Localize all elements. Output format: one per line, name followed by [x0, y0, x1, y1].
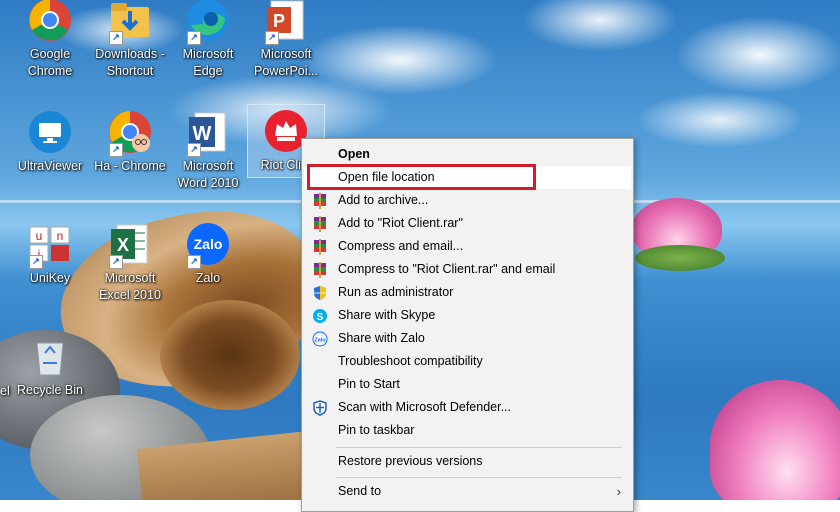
menu-item-pin-to-start[interactable]: Pin to Start: [304, 373, 631, 396]
zalo-icon: Zalo: [312, 331, 328, 347]
chrome-icon: [27, 0, 73, 43]
menu-item-label: Compress to "Riot Client.rar" and email: [338, 262, 556, 276]
desktop-icon-ha-chrome[interactable]: ↗ Ha - Chrome: [92, 106, 168, 175]
bamboo-opening: [160, 300, 300, 410]
svg-text:Zalo: Zalo: [194, 236, 223, 252]
menu-item-label: Restore previous versions: [338, 454, 483, 468]
zalo-icon: Zalo ↗: [185, 221, 231, 269]
svg-text:S: S: [317, 312, 324, 323]
menu-item-scan-with-defender[interactable]: Scan with Microsoft Defender...: [304, 396, 631, 419]
skype-icon: S: [312, 308, 328, 324]
winrar-icon: [312, 239, 328, 255]
chrome-profile-icon: ↗: [107, 109, 153, 157]
menu-item-troubleshoot-compatibility[interactable]: Troubleshoot compatibility: [304, 350, 631, 373]
defender-icon: [312, 400, 328, 416]
shortcut-arrow-icon: ↗: [29, 255, 43, 269]
menu-item-compress-and-email[interactable]: Compress and email...: [304, 235, 631, 258]
icon-label: Recycle Bin: [17, 383, 83, 397]
icon-label: Ha - Chrome: [94, 159, 166, 173]
menu-item-label: Troubleshoot compatibility: [338, 354, 483, 368]
winrar-icon: [312, 216, 328, 232]
menu-item-add-to-archive[interactable]: Add to archive...: [304, 189, 631, 212]
menu-item-compress-to-rar-and-email[interactable]: Compress to "Riot Client.rar" and email: [304, 258, 631, 281]
unikey-icon: uni ↗: [27, 221, 73, 269]
icon-label: UniKey: [29, 271, 71, 285]
highlight-box: [307, 164, 536, 190]
ultraviewer-icon: [27, 109, 73, 155]
shortcut-arrow-icon: ↗: [187, 255, 201, 269]
excel-icon: X ↗: [107, 221, 153, 269]
menu-separator: [336, 477, 622, 478]
menu-item-label: Run as administrator: [338, 285, 454, 299]
desktop-icon-edge[interactable]: ↗ Microsoft Edge: [170, 0, 246, 80]
icon-label: Microsoft Edge: [182, 47, 234, 78]
desktop-icon-excel[interactable]: X ↗ Microsoft Excel 2010: [92, 218, 168, 304]
lotus-leaf: [635, 245, 725, 271]
desktop-icon-recycle-bin[interactable]: Recycle Bin: [12, 330, 88, 399]
downloads-folder-icon: ↗: [107, 0, 153, 45]
menu-item-share-with-zalo[interactable]: Zalo Share with Zalo: [304, 327, 631, 350]
shortcut-arrow-icon: ↗: [109, 255, 123, 269]
menu-item-label: Pin to taskbar: [338, 423, 415, 437]
winrar-icon: [312, 262, 328, 278]
word-icon: W ↗: [185, 109, 231, 157]
desktop-icon-google-chrome[interactable]: Google Chrome: [12, 0, 88, 80]
menu-item-run-as-administrator[interactable]: Run as administrator: [304, 281, 631, 304]
svg-text:P: P: [273, 11, 285, 31]
desktop-icon-ultraviewer[interactable]: UltraViewer: [12, 106, 88, 175]
context-menu: Open Open file location Add to archive..…: [301, 138, 634, 512]
icon-label: Microsoft Word 2010: [177, 159, 239, 190]
menu-item-share-with-skype[interactable]: S Share with Skype: [304, 304, 631, 327]
uac-shield-icon: [312, 285, 328, 301]
lotus-flower-bottom: [710, 380, 840, 500]
partial-icon-label[interactable]: el: [0, 384, 10, 398]
menu-item-label: Scan with Microsoft Defender...: [338, 400, 511, 414]
menu-item-label: Open: [338, 147, 370, 161]
winrar-icon: [312, 193, 328, 209]
desktop-icon-zalo[interactable]: Zalo ↗ Zalo: [170, 218, 246, 287]
shortcut-arrow-icon: ↗: [265, 31, 279, 45]
edge-icon: ↗: [185, 0, 231, 45]
svg-text:Zalo: Zalo: [314, 338, 326, 344]
recycle-bin-icon: [27, 333, 73, 379]
shortcut-arrow-icon: ↗: [109, 143, 123, 157]
shortcut-arrow-icon: ↗: [109, 31, 123, 45]
icon-label: Downloads - Shortcut: [95, 47, 165, 78]
menu-item-label: Share with Zalo: [338, 331, 425, 345]
desktop-icon-word[interactable]: W ↗ Microsoft Word 2010: [170, 106, 246, 192]
menu-item-label: Share with Skype: [338, 308, 436, 322]
shortcut-arrow-icon: ↗: [187, 143, 201, 157]
svg-text:W: W: [193, 123, 212, 145]
menu-item-label: Add to "Riot Client.rar": [338, 216, 463, 230]
icon-label: UltraViewer: [17, 159, 83, 173]
icon-label: Zalo: [195, 271, 221, 285]
svg-text:u: u: [36, 229, 43, 243]
menu-item-open[interactable]: Open: [304, 143, 631, 166]
icon-label: Google Chrome: [27, 47, 73, 78]
menu-item-restore-previous-versions[interactable]: Restore previous versions: [304, 450, 631, 473]
menu-item-label: Add to archive...: [338, 193, 429, 207]
svg-text:X: X: [117, 235, 129, 255]
menu-item-add-to-rar[interactable]: Add to "Riot Client.rar": [304, 212, 631, 235]
icon-label: Microsoft PowerPoi...: [254, 47, 318, 78]
shortcut-arrow-icon: ↗: [187, 31, 201, 45]
menu-separator: [336, 447, 622, 448]
desktop-icon-powerpoint[interactable]: P ↗ Microsoft PowerPoi...: [248, 0, 324, 80]
menu-item-label: Compress and email...: [338, 239, 464, 253]
desktop-icon-downloads[interactable]: ↗ Downloads - Shortcut: [92, 0, 168, 80]
menu-item-pin-to-taskbar[interactable]: Pin to taskbar: [304, 419, 631, 442]
desktop-icon-unikey[interactable]: uni ↗ UniKey: [12, 218, 88, 287]
powerpoint-icon: P ↗: [263, 0, 309, 45]
menu-item-label: Pin to Start: [338, 377, 400, 391]
svg-text:n: n: [57, 229, 64, 243]
icon-label: Microsoft Excel 2010: [99, 271, 161, 302]
